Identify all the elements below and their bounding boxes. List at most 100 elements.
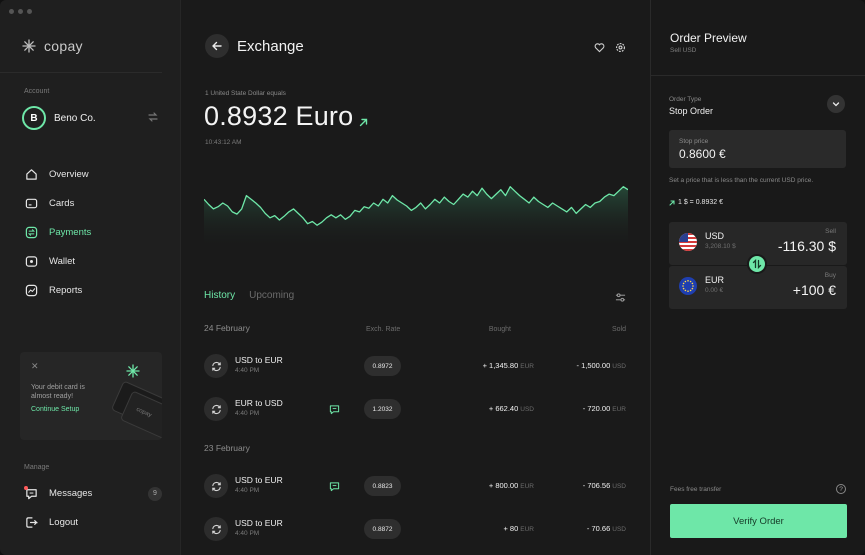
exchange-rate-pill: 0.8823 xyxy=(364,476,401,496)
divider xyxy=(0,72,162,73)
date-group-header: 24 February xyxy=(204,323,250,333)
sold-unit: USD xyxy=(612,363,626,370)
row-time: 4:40 PM xyxy=(235,530,260,537)
bought-value: + 1,345.80 xyxy=(482,361,519,370)
comment-icon[interactable] xyxy=(329,479,340,497)
nav-item-wallet[interactable]: Wallet xyxy=(24,247,91,276)
nav-item-logout[interactable]: Logout xyxy=(24,508,162,537)
order-type-label: Order Type xyxy=(669,96,702,103)
trend-up-icon xyxy=(359,118,368,127)
card-icon xyxy=(24,197,38,211)
account-switcher[interactable]: B Beno Co. xyxy=(22,106,158,130)
chart-area xyxy=(204,186,628,250)
nav-item-payments[interactable]: Payments xyxy=(24,218,91,247)
tab-history[interactable]: History xyxy=(204,290,235,301)
order-preview-subtitle: Sell USD xyxy=(670,47,697,54)
header-actions xyxy=(594,40,626,58)
app-name: copay xyxy=(44,38,83,54)
nav-item-overview[interactable]: Overview xyxy=(24,160,91,189)
bought-amount: + 80 EUR xyxy=(434,524,534,533)
app-logo[interactable]: copay xyxy=(22,38,83,54)
manage-nav: Messages 9 Logout xyxy=(24,479,162,537)
trend-up-icon xyxy=(669,199,675,206)
window-controls[interactable] xyxy=(9,9,32,14)
rate-timestamp: 10:43:12 AM xyxy=(205,139,242,146)
row-title: USD to EUR xyxy=(235,355,283,365)
comment-icon[interactable] xyxy=(329,402,340,420)
history-tabs: History Upcoming xyxy=(204,290,294,301)
card-brand: copay xyxy=(135,406,153,419)
sold-value: - 70.66 xyxy=(586,524,611,533)
current-rate-text: 1 $ = 0.8932 € xyxy=(678,199,723,206)
tab-upcoming[interactable]: Upcoming xyxy=(249,290,294,301)
promo-text: Your debit card is almost ready! xyxy=(31,384,85,400)
settings-gear-icon[interactable] xyxy=(615,40,626,58)
order-preview-panel: Order Preview Sell USD Order Type Stop O… xyxy=(650,0,865,555)
sell-currency-code: USD xyxy=(705,231,725,241)
sold-unit: USD xyxy=(612,483,626,490)
order-type-value: Stop Order xyxy=(669,106,714,116)
exchange-rate-value: 0.8932 Euro xyxy=(204,101,354,131)
switch-account-icon[interactable] xyxy=(148,111,158,125)
exchange-refresh-icon xyxy=(204,517,228,541)
rate-caption: 1 United State Dollar equals xyxy=(205,90,286,97)
nav-label: Payments xyxy=(49,227,92,238)
row-time: 4:40 PM xyxy=(235,410,260,417)
continue-setup-link[interactable]: Continue Setup xyxy=(31,406,79,413)
payments-icon xyxy=(24,226,38,240)
swap-arrows-icon xyxy=(752,259,762,269)
nav-item-cards[interactable]: Cards xyxy=(24,189,91,218)
filter-sliders-icon[interactable] xyxy=(615,290,626,308)
exchange-main: Exchange 1 United State Dollar equals 0.… xyxy=(181,0,650,555)
home-icon xyxy=(24,168,38,182)
nav-item-reports[interactable]: Reports xyxy=(24,276,91,305)
nav-item-messages[interactable]: Messages 9 xyxy=(24,479,162,508)
sold-value: - 1,500.00 xyxy=(576,361,611,370)
buy-side-label: Buy xyxy=(824,272,836,279)
table-row[interactable]: USD to EUR 4:40 PM 0.8823 + 800.00 EUR - … xyxy=(204,471,626,501)
main-nav: Overview Cards Payments Wallet Reports xyxy=(24,160,91,305)
sell-amount[interactable]: -116.30 $ xyxy=(778,238,836,254)
table-row[interactable]: EUR to USD 4:40 PM 1.2032 + 662.40 USD - … xyxy=(204,394,626,424)
notification-dot xyxy=(24,485,28,490)
verify-order-button[interactable]: Verify Order xyxy=(670,504,847,538)
column-header-sold: Sold xyxy=(611,326,626,333)
reports-icon xyxy=(24,284,38,298)
stop-price-field[interactable]: Stop price 0.8600 € xyxy=(669,130,846,168)
favorite-heart-icon[interactable] xyxy=(594,40,605,58)
exchange-refresh-icon xyxy=(204,474,228,498)
row-time: 4:40 PM xyxy=(235,367,260,374)
order-type-dropdown[interactable] xyxy=(827,95,845,113)
table-row[interactable]: USD to EUR 4:40 PM 0.8872 + 80 EUR - 70.6… xyxy=(204,514,626,544)
sparkle-icon xyxy=(126,364,140,378)
bought-value: + 800.00 xyxy=(488,481,519,490)
bought-unit: EUR xyxy=(520,526,534,533)
buy-currency-code: EUR xyxy=(705,275,725,285)
sold-amount: - 720.00 EUR xyxy=(534,404,626,413)
messages-icon xyxy=(24,485,38,501)
messages-count-badge: 9 xyxy=(148,486,162,501)
table-row[interactable]: USD to EUR 4:40 PM 0.8972 + 1,345.80 EUR … xyxy=(204,351,626,381)
swap-currencies-button[interactable] xyxy=(747,254,767,274)
buy-amount[interactable]: +100 € xyxy=(793,282,836,298)
column-header-rate: Exch. Rate xyxy=(366,326,401,333)
avatar: B xyxy=(22,106,46,130)
rate-chart xyxy=(204,186,628,250)
bought-amount: + 662.40 USD xyxy=(434,404,534,413)
sold-unit: EUR xyxy=(612,406,626,413)
exchange-rate-pill: 0.8872 xyxy=(364,519,401,539)
nav-label: Logout xyxy=(49,517,79,528)
logo-icon xyxy=(22,39,36,53)
back-button[interactable] xyxy=(205,34,229,58)
nav-label: Overview xyxy=(49,169,89,180)
app-window: copay Account B Beno Co. Overview Cards … xyxy=(0,0,865,555)
help-question-icon[interactable]: ? xyxy=(836,484,846,494)
nav-label: Wallet xyxy=(49,256,76,267)
stop-price-value: 0.8600 € xyxy=(679,147,726,161)
close-icon[interactable]: ✕ xyxy=(31,361,39,372)
order-preview-title: Order Preview xyxy=(670,31,747,45)
exchange-rate-pill: 0.8972 xyxy=(364,356,401,376)
account-name: Beno Co. xyxy=(54,112,96,124)
sold-amount: - 70.66 USD xyxy=(534,524,626,533)
sell-currency-balance: 3,208.10 $ xyxy=(705,243,736,250)
